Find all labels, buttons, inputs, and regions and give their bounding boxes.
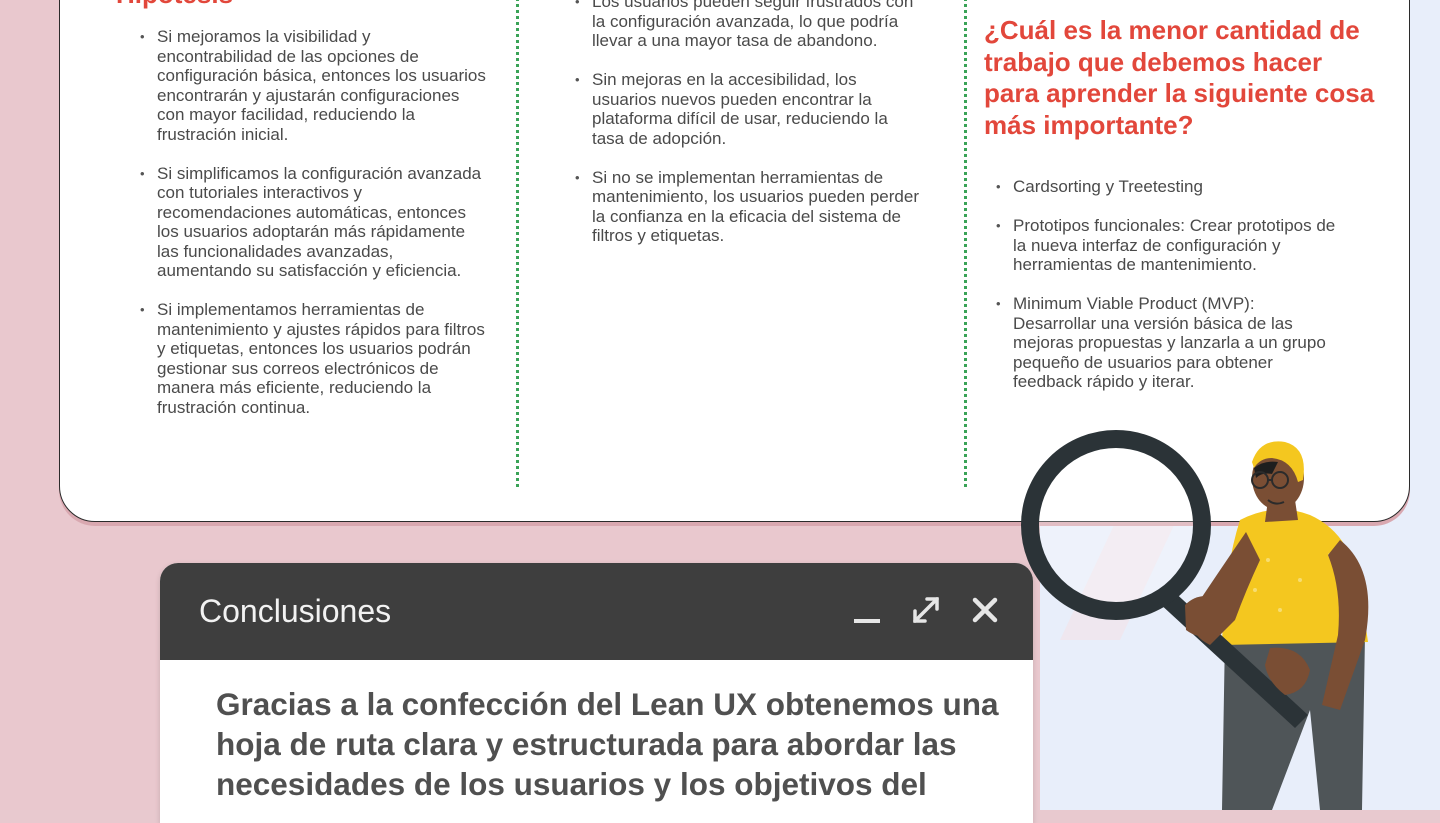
list-item: Sin mejoras en la accesibilidad, los usu… (575, 70, 920, 148)
column-divider (516, 0, 519, 487)
least-work-list: Cardsorting y Treetesting Prototipos fun… (996, 177, 1341, 411)
list-item: Los usuarios pueden seguir frustrados co… (575, 0, 920, 51)
list-item: Si simplificamos la configuración avanza… (140, 164, 490, 281)
hypotheses-title: Hipótesis (116, 0, 233, 9)
risks-list: Los usuarios pueden seguir frustrados co… (575, 0, 920, 265)
list-item: Cardsorting y Treetesting (996, 177, 1341, 197)
conclusions-dialog: Conclusiones Gracias a la confección del… (160, 563, 1033, 823)
magnifier-lens (1021, 430, 1211, 620)
least-work-title: ¿Cuál es la menor cantidad de trabajo qu… (984, 15, 1375, 140)
column-divider (964, 0, 967, 487)
dialog-title: Conclusiones (199, 593, 392, 629)
list-item: Si mejoramos la visibilidad y encontrabi… (140, 27, 490, 144)
list-item: Prototipos funcionales: Crear prototipos… (996, 216, 1341, 275)
dialog-header: Conclusiones (160, 563, 1033, 660)
hypotheses-list: Si mejoramos la visibilidad y encontrabi… (140, 27, 490, 437)
person-with-magnifying-glass-illustration (1021, 430, 1369, 810)
close-icon[interactable] (970, 595, 1000, 625)
list-item: Si implementamos herramientas de manteni… (140, 300, 490, 417)
list-item: Minimum Viable Product (MVP): Desarrolla… (996, 294, 1341, 392)
minimize-icon[interactable] (852, 595, 882, 625)
list-item: Si no se implementan herramientas de man… (575, 168, 920, 246)
conclusions-text: Gracias a la confección del Lean UX obte… (216, 686, 999, 802)
expand-icon[interactable] (911, 595, 941, 625)
